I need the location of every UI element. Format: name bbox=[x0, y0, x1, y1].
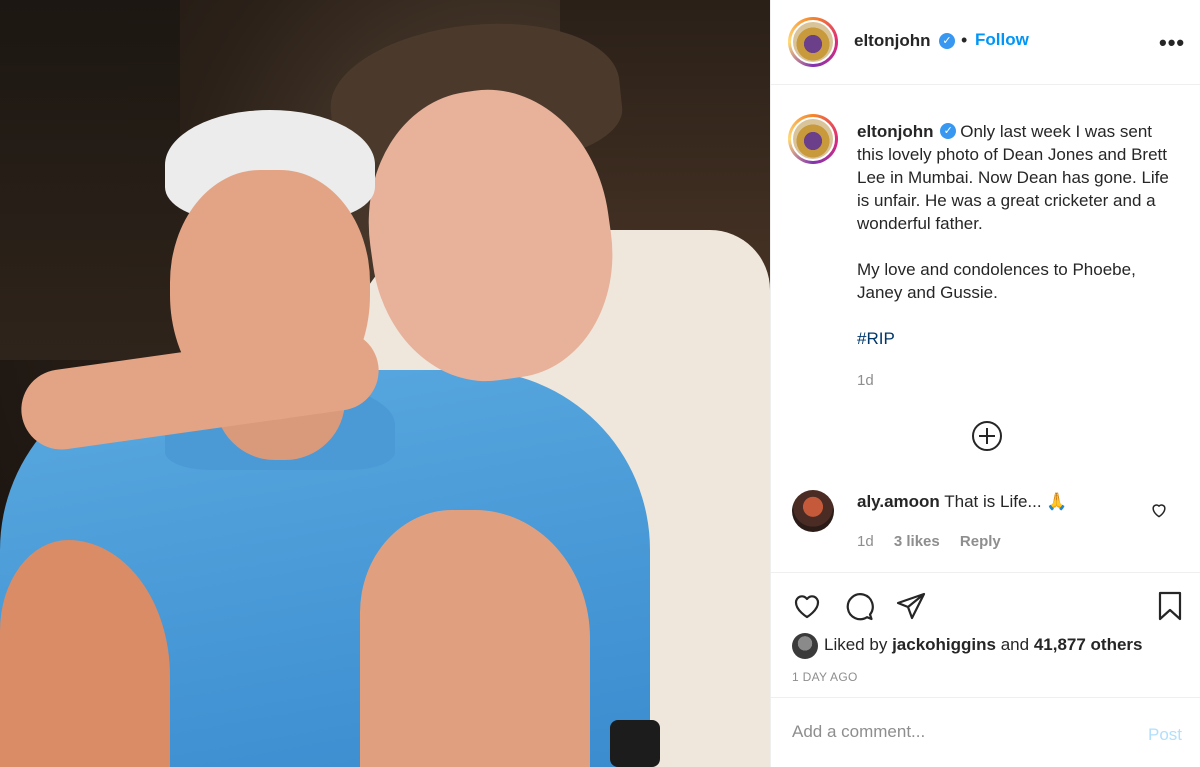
post-actions: Liked by jackohiggins and 41,877 others … bbox=[771, 572, 1200, 697]
bookmark-icon[interactable] bbox=[1154, 590, 1186, 622]
separator-dot: • bbox=[961, 30, 968, 50]
comment-likes[interactable]: 3 likes bbox=[894, 533, 940, 550]
comment-meta: 1d 3 likes Reply bbox=[857, 533, 1017, 550]
reply-button[interactable]: Reply bbox=[960, 533, 1001, 550]
commenter-avatar[interactable] bbox=[792, 490, 834, 532]
comment-text: That is Life... 🙏 bbox=[944, 492, 1068, 511]
post-comment-button[interactable]: Post bbox=[1148, 725, 1182, 745]
post-photo[interactable] bbox=[0, 0, 770, 767]
post-side-panel: eltonjohn ✓ • Follow ••• eltonjohn ✓ Only… bbox=[770, 0, 1200, 767]
liker-avatar[interactable] bbox=[792, 633, 818, 659]
author-username[interactable]: eltonjohn bbox=[854, 31, 930, 51]
comment-input[interactable] bbox=[792, 722, 1122, 742]
caption-text-2: My love and condolences to Phoebe, Janey… bbox=[857, 260, 1136, 302]
wristwatch bbox=[610, 720, 660, 767]
liker-username[interactable]: jackohiggins bbox=[892, 635, 996, 654]
plus-circle-icon[interactable] bbox=[971, 420, 1003, 452]
post-timestamp[interactable]: 1 DAY AGO bbox=[792, 670, 858, 684]
comment-time: 1d bbox=[857, 533, 874, 550]
verified-badge-icon: ✓ bbox=[940, 123, 957, 140]
author-avatar[interactable] bbox=[788, 17, 838, 67]
comment-heart-icon[interactable] bbox=[1149, 500, 1169, 520]
comment-icon[interactable] bbox=[843, 590, 875, 622]
likes-summary: Liked by jackohiggins and 41,877 others bbox=[824, 635, 1143, 655]
comment-item: aly.amoon That is Life... 🙏 bbox=[857, 492, 1147, 512]
thumbs-up-right bbox=[360, 510, 590, 767]
post-header: eltonjohn ✓ • Follow ••• bbox=[771, 0, 1200, 85]
add-comment-bar: Post bbox=[771, 697, 1200, 767]
share-icon[interactable] bbox=[895, 590, 927, 622]
caption-author-avatar[interactable] bbox=[788, 114, 838, 164]
cabinet bbox=[0, 0, 180, 360]
follow-button[interactable]: Follow bbox=[975, 30, 1029, 50]
heart-icon[interactable] bbox=[791, 590, 823, 622]
caption-username[interactable]: eltonjohn bbox=[857, 122, 933, 141]
caption-time: 1d bbox=[857, 372, 874, 389]
verified-badge-icon: ✓ bbox=[939, 33, 955, 49]
likes-others[interactable]: 41,877 others bbox=[1034, 635, 1143, 654]
likes-joiner: and bbox=[1000, 635, 1030, 654]
hashtag-link[interactable]: #RIP bbox=[857, 329, 895, 348]
post-caption: eltonjohn ✓ Only last week I was sent thi… bbox=[857, 120, 1177, 350]
more-options-icon[interactable]: ••• bbox=[1159, 30, 1185, 56]
likes-prefix: Liked by bbox=[824, 635, 888, 654]
commenter-username[interactable]: aly.amoon bbox=[857, 492, 940, 511]
